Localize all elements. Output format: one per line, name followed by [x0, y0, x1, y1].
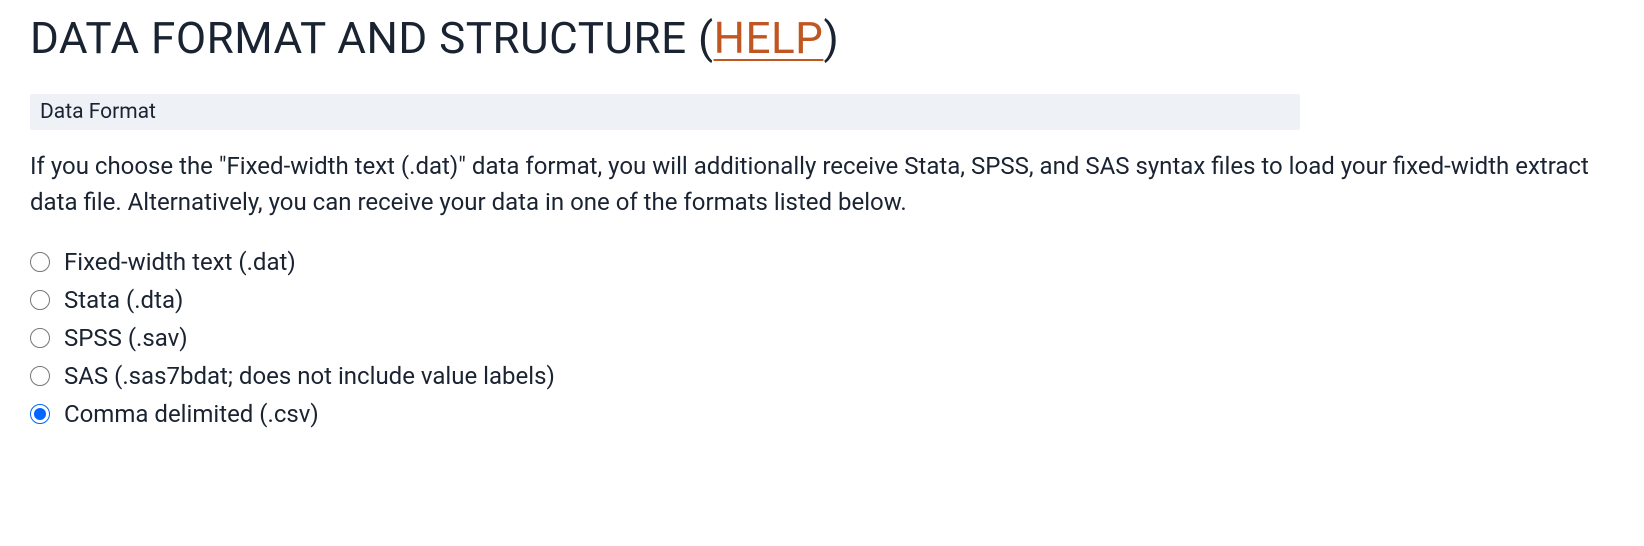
radio-label-stata[interactable]: Stata (.dta): [64, 286, 183, 314]
heading-suffix: ): [823, 12, 839, 64]
section-description: If you choose the "Fixed-width text (.da…: [30, 148, 1610, 220]
help-link[interactable]: HELP: [714, 12, 824, 64]
radio-label-spss[interactable]: SPSS (.sav): [64, 324, 188, 352]
data-format-radio-group: Fixed-width text (.dat) Stata (.dta) SPS…: [30, 248, 1614, 428]
radio-input-spss[interactable]: [30, 328, 50, 348]
radio-option-spss: SPSS (.sav): [30, 324, 1614, 352]
radio-option-stata: Stata (.dta): [30, 286, 1614, 314]
radio-input-csv[interactable]: [30, 404, 50, 424]
radio-option-csv: Comma delimited (.csv): [30, 400, 1614, 428]
radio-option-fixed-width: Fixed-width text (.dat): [30, 248, 1614, 276]
heading-prefix: DATA FORMAT AND STRUCTURE (: [30, 12, 714, 64]
radio-input-fixed-width[interactable]: [30, 252, 50, 272]
radio-label-fixed-width[interactable]: Fixed-width text (.dat): [64, 248, 296, 276]
radio-option-sas: SAS (.sas7bdat; does not include value l…: [30, 362, 1614, 390]
page-heading: DATA FORMAT AND STRUCTURE (HELP): [30, 12, 1614, 64]
radio-label-csv[interactable]: Comma delimited (.csv): [64, 400, 319, 428]
radio-input-stata[interactable]: [30, 290, 50, 310]
section-header: Data Format: [30, 94, 1300, 130]
radio-label-sas[interactable]: SAS (.sas7bdat; does not include value l…: [64, 362, 555, 390]
radio-input-sas[interactable]: [30, 366, 50, 386]
